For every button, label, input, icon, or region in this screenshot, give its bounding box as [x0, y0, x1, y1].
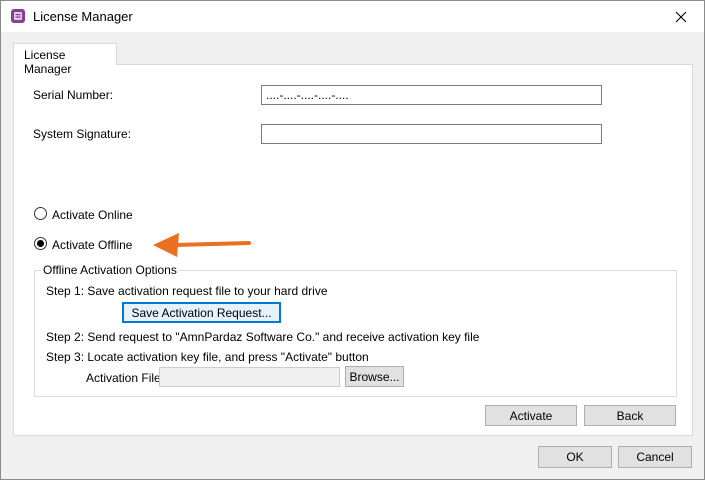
license-manager-panel: Serial Number: ....-....-....-....-.... … [13, 64, 693, 436]
browse-button[interactable]: Browse... [345, 366, 404, 387]
save-activation-request-button[interactable]: Save Activation Request... [122, 302, 281, 323]
offline-activation-options-group: Offline Activation Options Step 1: Save … [34, 263, 677, 397]
cancel-button[interactable]: Cancel [618, 446, 692, 468]
title-bar: License Manager [1, 1, 704, 32]
system-signature-label: System Signature: [33, 127, 132, 141]
step1-text: Step 1: Save activation request file to … [46, 284, 328, 298]
window-title: License Manager [33, 9, 133, 24]
group-title: Offline Activation Options [41, 263, 179, 277]
step3-text: Step 3: Locate activation key file, and … [46, 350, 369, 364]
serial-number-label: Serial Number: [33, 88, 114, 102]
tab-license-manager[interactable]: License Manager [13, 43, 117, 76]
serial-number-input[interactable]: ....-....-....-....-.... [261, 85, 602, 105]
system-signature-input[interactable] [261, 124, 602, 144]
annotation-arrow-icon [153, 233, 251, 257]
back-button[interactable]: Back [584, 405, 676, 426]
license-manager-window: License Manager License Manager Serial N… [0, 0, 705, 480]
activate-online-label[interactable]: Activate Online [52, 208, 133, 222]
close-icon [675, 11, 687, 22]
activation-file-label: Activation File: [86, 371, 165, 385]
activate-online-radio[interactable] [34, 207, 47, 220]
tab-label: License Manager [24, 48, 72, 76]
activate-button[interactable]: Activate [485, 405, 577, 426]
close-button[interactable] [658, 1, 704, 32]
step2-text: Step 2: Send request to "AmnPardaz Softw… [46, 330, 480, 344]
activation-file-input[interactable] [159, 367, 340, 387]
ok-button[interactable]: OK [538, 446, 612, 468]
activate-offline-label[interactable]: Activate Offline [52, 238, 132, 252]
activate-offline-radio[interactable] [34, 237, 47, 250]
license-manager-icon [10, 8, 26, 24]
